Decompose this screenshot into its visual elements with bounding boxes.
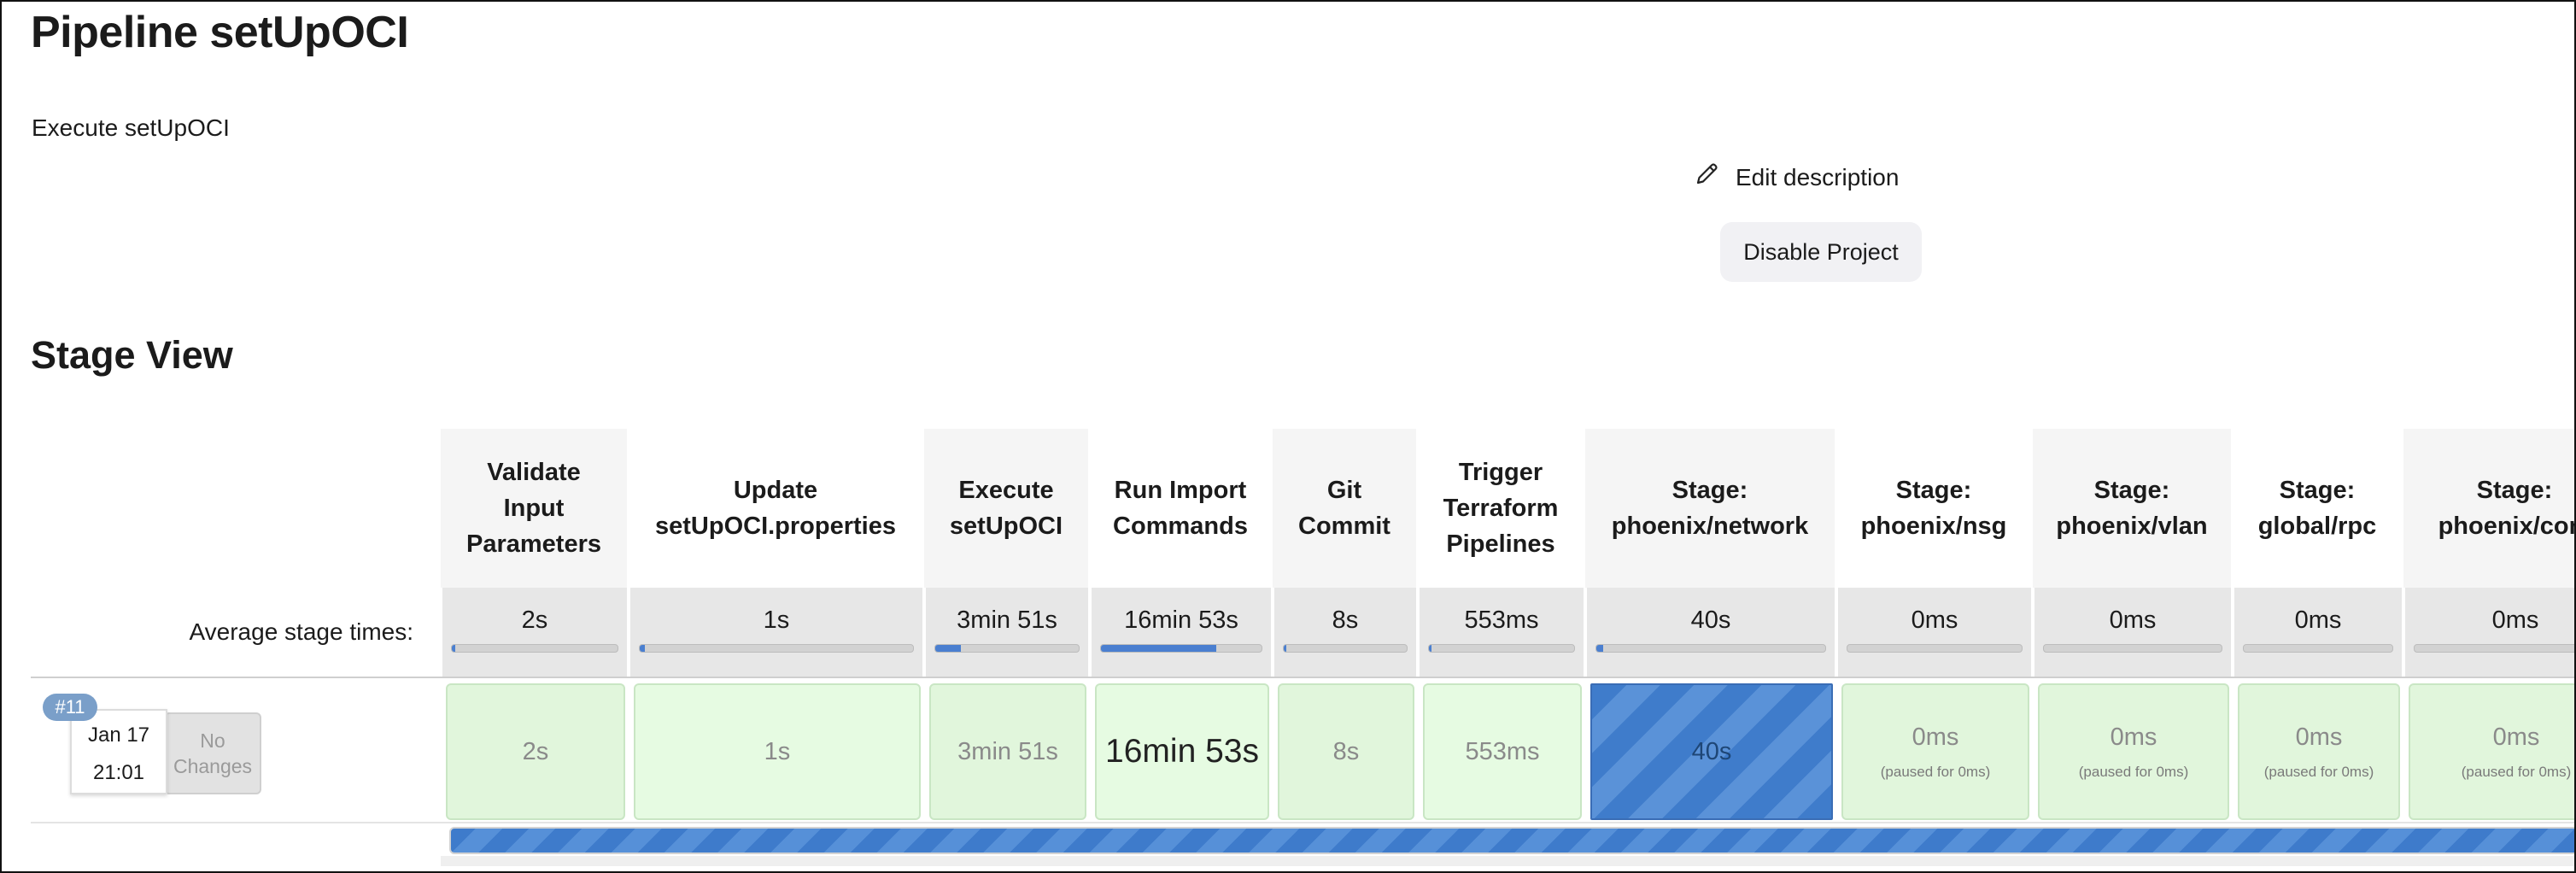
stage-header: Trigger Terraform Pipelines — [1418, 429, 1584, 588]
stage-result-cell[interactable]: 8s — [1278, 683, 1414, 820]
average-time-bar — [2414, 644, 2574, 653]
paused-duration: (paused for 0ms) — [1880, 763, 1991, 780]
average-stage-time: 0ms — [2109, 606, 2157, 634]
average-time-bar-fill — [1284, 645, 1286, 652]
average-stage-time-cell: 3min 51s — [924, 588, 1088, 677]
stage-duration: 1s — [764, 737, 791, 765]
page-title: Pipeline setUpOCI — [31, 8, 409, 57]
average-stage-time: 553ms — [1464, 606, 1539, 634]
stage-header: Stage: global/rpc — [2233, 429, 2402, 588]
stage-duration: 0ms — [2492, 723, 2540, 751]
average-time-bar-fill — [1429, 645, 1432, 652]
build-number-badge[interactable]: #11 — [43, 694, 97, 721]
average-stage-time-cell: 0ms — [1836, 588, 2031, 677]
average-time-bar-fill — [1596, 645, 1604, 652]
stage-result-cell[interactable]: 553ms — [1423, 683, 1582, 820]
jenkins-pipeline-page: Pipeline setUpOCI Execute setUpOCI Edit … — [0, 0, 2576, 873]
stage-result-cell[interactable]: 2s — [446, 683, 625, 820]
build-time: 21:01 — [92, 761, 145, 784]
average-stage-time: 16min 53s — [1124, 606, 1238, 634]
stage-result-cell[interactable]: 0ms (paused for 0ms) — [2409, 683, 2574, 820]
average-stage-times-label: Average stage times: — [2, 588, 413, 677]
average-stage-time-cell: 0ms — [2403, 588, 2574, 677]
stage-result-cell[interactable]: 3min 51s — [929, 683, 1086, 820]
average-time-bar — [2243, 644, 2393, 653]
stage-header: Stage: phoenix/network — [1585, 429, 1835, 588]
pencil-icon — [1693, 161, 1720, 194]
stage-result-cell[interactable]: 0ms (paused for 0ms) — [2038, 683, 2229, 820]
stage-result-cell[interactable]: 16min 53s — [1095, 683, 1269, 820]
stage-view-table: Average stage times: #11 Jan 17 21:01 No… — [2, 429, 2574, 871]
build-progress-bar — [449, 827, 2574, 854]
stage-result-cell[interactable]: 1s — [634, 683, 921, 820]
average-stage-time: 0ms — [2294, 606, 2342, 634]
average-stage-time: 2s — [521, 606, 548, 634]
paused-duration: (paused for 0ms) — [2461, 763, 2572, 780]
average-time-bar-fill — [452, 645, 455, 652]
no-changes-label: No Changes — [173, 729, 253, 777]
average-time-bar — [1428, 644, 1575, 653]
average-stage-time-cell: 40s — [1585, 588, 1835, 677]
stage-duration: 553ms — [1465, 737, 1540, 765]
stage-header: Stage: phoenix/vlan — [2033, 429, 2231, 588]
stage-duration: 2s — [522, 737, 549, 765]
average-time-bar-fill — [640, 645, 646, 652]
average-stage-time-cell: 0ms — [2033, 588, 2231, 677]
stage-duration: 8s — [1332, 737, 1360, 765]
disable-project-button[interactable]: Disable Project — [1720, 222, 1922, 282]
average-time-bar — [1847, 644, 2023, 653]
build-date: Jan 17 — [87, 724, 150, 747]
average-stage-time-cell: 553ms — [1418, 588, 1584, 677]
average-stage-time-cell: 1s — [629, 588, 922, 677]
average-time-bar — [1595, 644, 1826, 653]
average-stage-time: 40s — [1690, 606, 1731, 634]
stage-duration: 0ms — [2110, 723, 2157, 751]
stage-header: Update setUpOCI.properties — [629, 429, 922, 588]
average-time-bar — [451, 644, 618, 653]
stage-result-cell[interactable]: 0ms (paused for 0ms) — [2238, 683, 2400, 820]
average-time-bar — [934, 644, 1080, 653]
average-stage-time: 0ms — [1911, 606, 1958, 634]
paused-duration: (paused for 0ms) — [2078, 763, 2189, 780]
pipeline-description: Execute setUpOCI — [32, 114, 230, 141]
stage-header: Stage: phoenix/nsg — [1836, 429, 2031, 588]
stage-result-cell[interactable]: 40s — [1590, 683, 1833, 820]
average-time-bar — [2043, 644, 2222, 653]
average-time-bar — [639, 644, 914, 653]
edit-description-label: Edit description — [1736, 163, 1900, 190]
no-changes-button[interactable]: No Changes — [164, 712, 261, 794]
average-stage-time-cell: 8s — [1273, 588, 1416, 677]
stage-header: Git Commit — [1273, 429, 1416, 588]
average-stage-time-cell: 0ms — [2233, 588, 2402, 677]
average-stage-time-cell: 16min 53s — [1090, 588, 1271, 677]
average-stage-time-cell: 2s — [441, 588, 627, 677]
stage-duration: 40s — [1691, 737, 1732, 765]
stage-view-title: Stage View — [31, 333, 233, 377]
average-stage-time: 3min 51s — [957, 606, 1057, 634]
average-time-bar-fill — [935, 645, 962, 652]
stage-duration: 0ms — [1912, 723, 1959, 751]
average-stage-time: 1s — [763, 606, 790, 634]
average-time-bar — [1283, 644, 1408, 653]
stage-result-cell[interactable]: 0ms (paused for 0ms) — [1841, 683, 2029, 820]
average-stage-time: 0ms — [2491, 606, 2539, 634]
stage-header: Stage: phoenix/com — [2403, 429, 2574, 588]
stage-duration: 0ms — [2295, 723, 2343, 751]
paused-duration: (paused for 0ms) — [2263, 763, 2374, 780]
stage-header: Execute setUpOCI — [924, 429, 1088, 588]
build-date-card[interactable]: Jan 17 21:01 — [70, 709, 167, 794]
bottom-strip — [441, 856, 2574, 866]
stage-header: Validate Input Parameters — [441, 429, 627, 588]
edit-description-link[interactable]: Edit description — [1693, 161, 1899, 194]
stage-header: Run Import Commands — [1090, 429, 1271, 588]
stage-duration: 16min 53s — [1105, 733, 1259, 770]
stage-duration: 3min 51s — [957, 737, 1058, 765]
average-stage-time: 8s — [1332, 606, 1359, 634]
average-time-bar — [1100, 644, 1262, 653]
average-time-bar-fill — [1101, 645, 1217, 652]
